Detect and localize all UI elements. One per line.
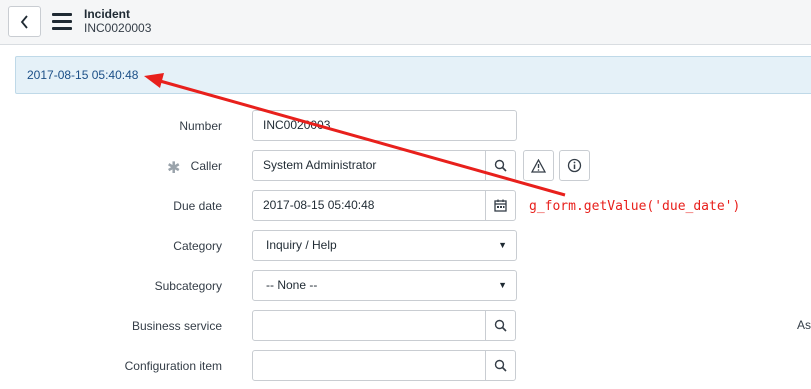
annotation-arrow — [144, 73, 566, 197]
annotation-text: g_form.getValue('due_date') — [529, 199, 741, 214]
